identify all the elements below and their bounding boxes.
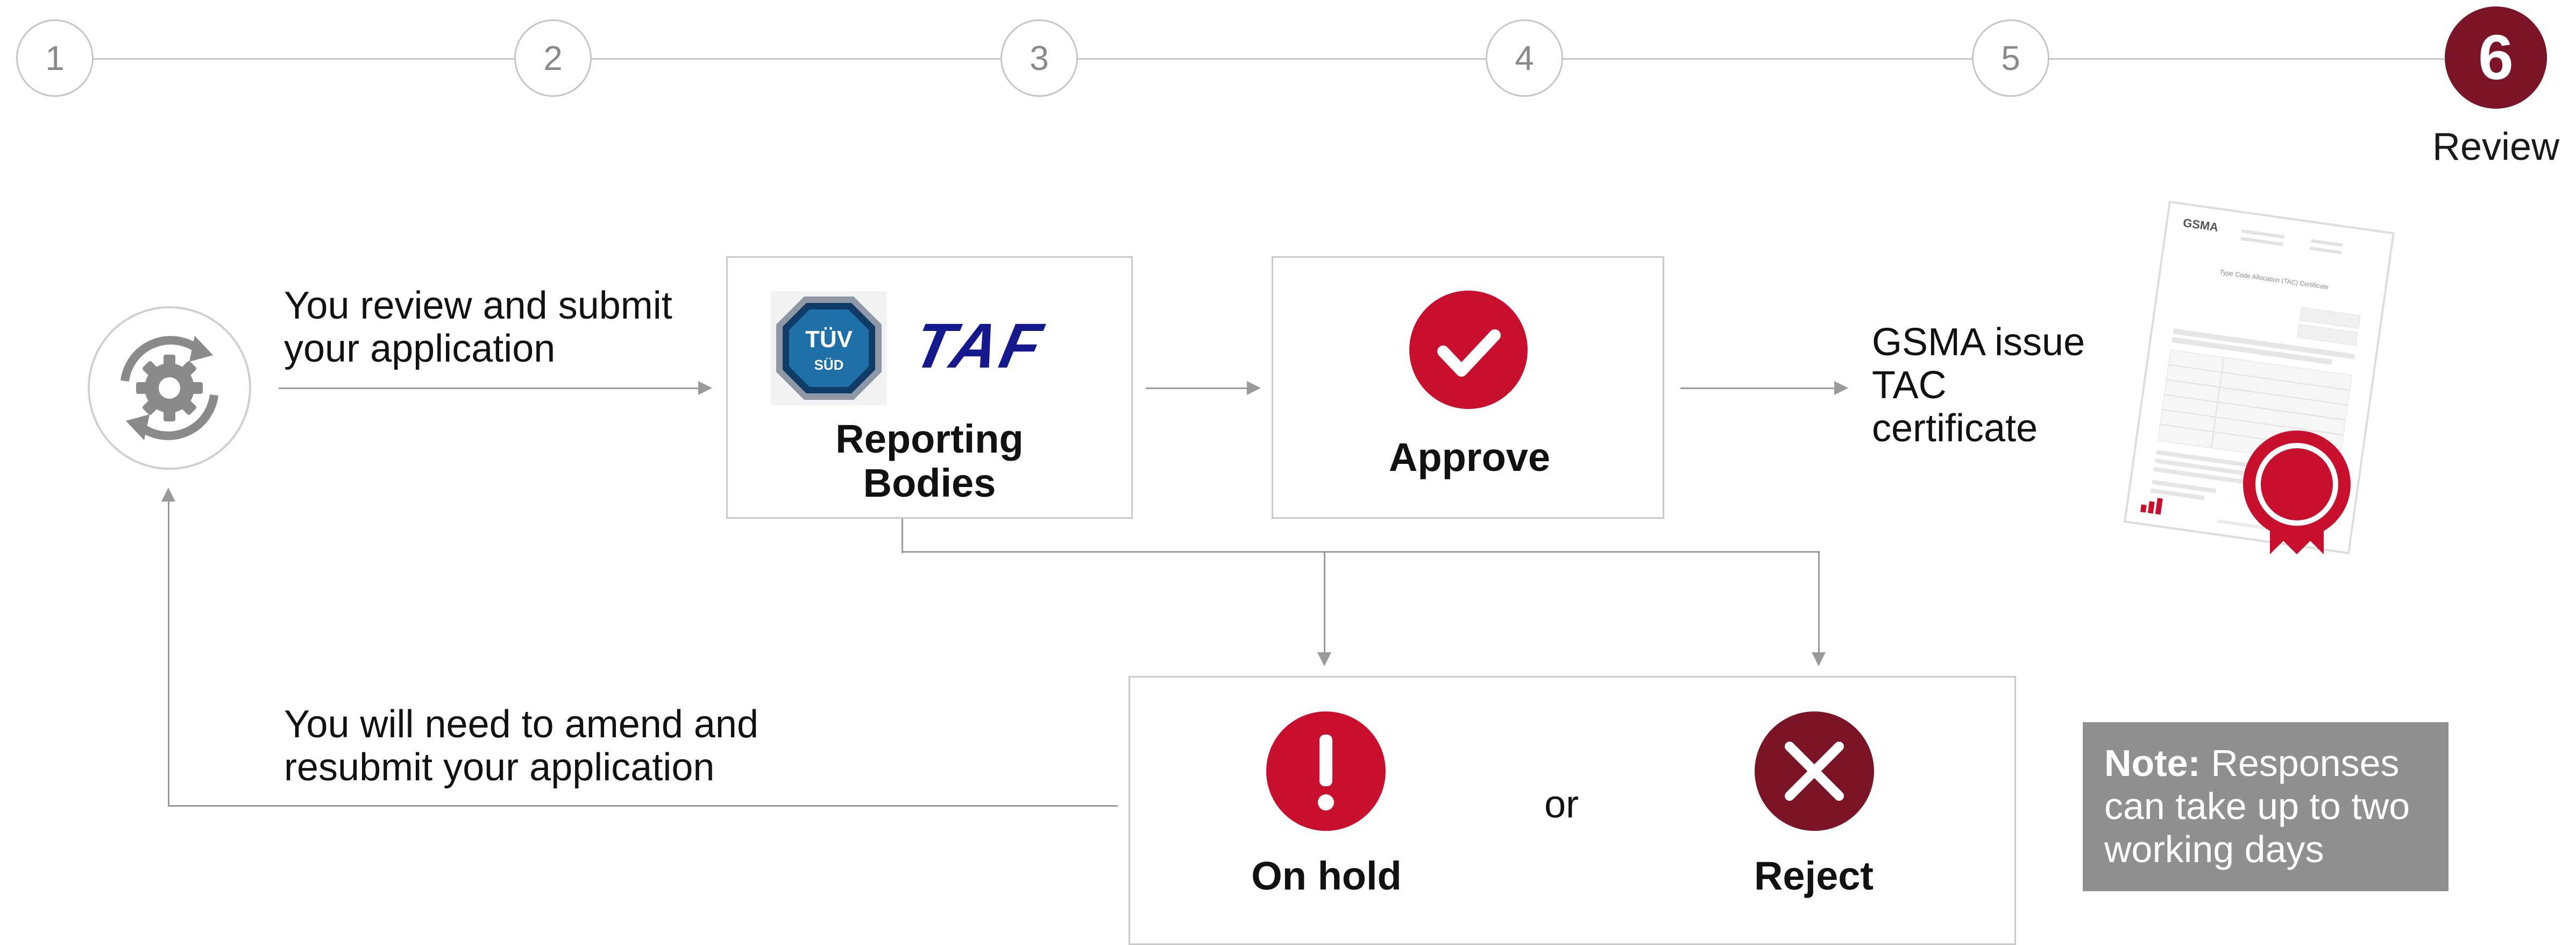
step-number: 2	[543, 39, 563, 77]
step-2[interactable]: 2	[514, 19, 592, 97]
branch-line-vertical	[902, 519, 903, 553]
note-box: Note: Responses can take up to two worki…	[2083, 722, 2449, 891]
arrowhead-right-icon	[1247, 381, 1261, 395]
reporting-bodies-label: Reporting Bodies	[835, 417, 1024, 505]
return-line-vertical	[168, 500, 169, 807]
arrowhead-right-icon	[698, 381, 712, 395]
tac-certificate-illustration: GSMA Type Code Allocation (TAC) Certific…	[2109, 194, 2410, 581]
step-number: 4	[1515, 39, 1534, 77]
tuv-logo-text-top: TÜV	[805, 326, 853, 352]
amend-instruction-text: You will need to amend and resubmit your…	[284, 703, 758, 789]
arrowhead-down-icon	[1812, 652, 1826, 666]
arrow-to-approve	[1146, 387, 1247, 389]
submit-instruction-text: You review and submit your application	[284, 284, 672, 370]
taf-logo-text: TAF	[907, 311, 1051, 382]
taf-logo: TAF	[907, 311, 1051, 382]
arrow-to-certificate	[1680, 387, 1835, 389]
issue-certificate-text: GSMA issue TAC certificate	[1872, 321, 2085, 450]
step-number: 1	[45, 39, 65, 77]
active-step-label: Review	[2432, 125, 2560, 168]
step-4[interactable]: 4	[1486, 19, 1563, 97]
outcomes-box: On hold or Reject	[1129, 676, 2016, 945]
step-5[interactable]: 5	[1972, 19, 2049, 97]
arrowhead-up-icon	[161, 488, 175, 502]
reporting-bodies-box: TÜV SÜD TAF Reporting Bodies	[726, 256, 1133, 519]
branch-line-horizontal	[902, 551, 1819, 553]
step-3[interactable]: 3	[1000, 19, 1078, 97]
or-text: or	[1544, 783, 1579, 826]
stepper-connector	[56, 58, 2444, 60]
reject-x-icon	[1754, 711, 1875, 831]
step-1[interactable]: 1	[16, 19, 94, 97]
step-number: 6	[2478, 22, 2514, 93]
arrow-to-reporting-bodies	[279, 387, 698, 389]
arrowhead-down-icon	[1317, 652, 1331, 666]
tuv-logo-text-bottom: SÜD	[814, 357, 844, 373]
approve-label: Approve	[1388, 435, 1551, 479]
step-number: 5	[2001, 39, 2020, 77]
branch-to-on-hold	[1324, 551, 1325, 657]
tuv-sud-logo: TÜV SÜD	[771, 291, 887, 405]
on-hold-label: On hold	[1251, 854, 1402, 898]
arrowhead-right-icon	[1834, 381, 1848, 395]
approve-box: Approve	[1272, 256, 1664, 519]
reject-label: Reject	[1754, 854, 1874, 898]
return-line-horizontal	[168, 805, 1118, 807]
step-6-active[interactable]: 6	[2445, 6, 2547, 109]
note-prefix: Note:	[2104, 742, 2201, 784]
process-gear-icon	[87, 306, 252, 470]
step-number: 3	[1030, 39, 1049, 77]
branch-to-reject	[1818, 551, 1820, 657]
approve-check-icon	[1409, 290, 1528, 410]
on-hold-exclamation-icon	[1266, 711, 1386, 831]
